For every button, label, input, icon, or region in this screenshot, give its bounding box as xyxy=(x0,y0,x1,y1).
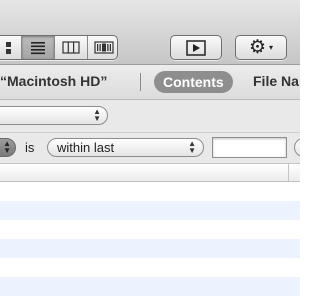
scope-this-mac[interactable]: “Macintosh HD” xyxy=(0,73,107,89)
view-mode-segmented-control xyxy=(0,35,118,60)
chevron-down-icon: ▾ xyxy=(269,43,274,52)
list-row[interactable] xyxy=(0,277,300,296)
results-list xyxy=(0,164,300,300)
finder-search-window: ⚙ ▾ “Macintosh HD” Contents File Na ▲ ▼ ▲… xyxy=(0,0,300,300)
count-input[interactable] xyxy=(212,137,287,158)
toolbar: ⚙ ▾ xyxy=(0,0,300,65)
scope-filename-button[interactable]: File Na xyxy=(253,73,299,89)
action-menu-button[interactable]: ⚙ ▾ xyxy=(235,35,287,60)
icon-view-button[interactable] xyxy=(0,36,22,59)
kind-popup[interactable]: ▲ ▼ xyxy=(0,106,108,125)
column-header[interactable] xyxy=(0,164,300,182)
attribute-popup[interactable]: ▲ ▼ xyxy=(0,138,16,157)
quick-look-button[interactable] xyxy=(170,35,222,60)
list-lines-icon xyxy=(31,42,45,55)
gear-icon: ⚙ xyxy=(248,37,267,58)
coverflow-icon xyxy=(94,41,114,54)
updown-arrows-icon: ▲ ▼ xyxy=(3,139,11,155)
coverflow-view-button[interactable] xyxy=(88,36,117,59)
updown-arrows-icon: ▲ ▼ xyxy=(93,107,101,123)
play-icon xyxy=(186,39,206,56)
date-condition-value: within last xyxy=(57,140,115,155)
time-unit-popup[interactable] xyxy=(294,138,300,157)
list-row[interactable] xyxy=(0,182,300,201)
search-scope-bar: “Macintosh HD” Contents File Na xyxy=(0,65,300,100)
criteria-row-date: ▲ ▼ is within last ▲ ▼ xyxy=(0,133,300,164)
scope-contents-button[interactable]: Contents xyxy=(154,71,233,93)
criteria-row-kind: ▲ ▼ xyxy=(0,100,300,133)
list-row[interactable] xyxy=(0,220,300,239)
scope-divider xyxy=(140,73,141,91)
date-condition-popup[interactable]: within last ▲ ▼ xyxy=(47,138,204,157)
list-view-button[interactable] xyxy=(22,36,55,59)
columns-icon xyxy=(62,41,80,54)
updown-arrows-icon: ▲ ▼ xyxy=(188,139,196,155)
list-row[interactable] xyxy=(0,201,300,220)
list-row[interactable] xyxy=(0,258,300,277)
column-view-button[interactable] xyxy=(55,36,88,59)
list-row[interactable] xyxy=(0,239,300,258)
icon-grid-icon xyxy=(6,42,11,54)
column-divider[interactable] xyxy=(288,164,289,181)
operator-label: is xyxy=(25,140,35,155)
